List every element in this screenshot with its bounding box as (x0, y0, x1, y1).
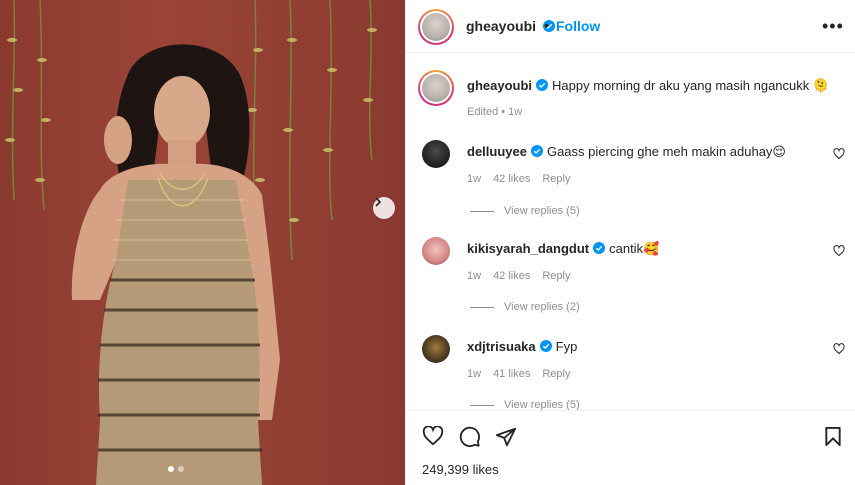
comment-body: Gaass piercing ghe meh makin aduhay😌 (546, 144, 786, 159)
comment-like-heart-icon[interactable] (833, 148, 845, 160)
comment-like-heart-icon[interactable] (833, 343, 845, 355)
caption-text: gheayoubi Happy morning dr aku yang masih… (467, 78, 829, 94)
replies-divider (470, 210, 494, 212)
comment-text: kikisyarah_dangdut cantik🥰 (467, 241, 659, 257)
comment-username[interactable]: xdjtrisuaka (467, 339, 536, 354)
view-replies-label[interactable]: View replies (5) (504, 205, 580, 217)
view-replies-button[interactable]: View replies (5) (470, 205, 580, 217)
author-avatar[interactable] (418, 9, 454, 45)
view-replies-label[interactable]: View replies (5) (504, 399, 580, 410)
comment-likes-count[interactable]: 41 likes (493, 368, 530, 380)
chevron-right-icon (375, 197, 382, 207)
separator-dot: • (544, 17, 549, 33)
follow-button[interactable]: Follow (556, 18, 600, 34)
post-image[interactable] (0, 0, 405, 485)
verified-badge-icon (539, 340, 552, 352)
comment-likes-count[interactable]: 42 likes (493, 270, 530, 282)
replies-divider (470, 404, 494, 406)
heart-icon[interactable] (422, 426, 444, 446)
caption-body: Happy morning dr aku yang masih ngancukk… (552, 78, 830, 93)
view-replies-button[interactable]: View replies (2) (470, 301, 580, 313)
comment-age: 1w (467, 368, 482, 380)
comment-text: xdjtrisuaka Fyp (467, 339, 577, 354)
verified-badge-icon (536, 79, 549, 91)
commenter-avatar[interactable] (422, 237, 450, 265)
author-username[interactable]: gheayoubi (466, 18, 536, 34)
caption-edited-time: Edited • 1w (467, 106, 523, 118)
bookmark-icon[interactable] (824, 426, 842, 447)
comment-username[interactable]: kikisyarah_dangdut (467, 241, 589, 256)
comment-meta: 1w 41 likes Reply (467, 368, 570, 380)
comment-like-heart-icon[interactable] (833, 245, 845, 257)
reply-button[interactable]: Reply (542, 368, 570, 380)
comment-username[interactable]: delluuyee (467, 144, 527, 159)
view-replies-label[interactable]: View replies (2) (504, 301, 580, 313)
reply-button[interactable]: Reply (542, 173, 570, 185)
comment-icon[interactable] (459, 426, 481, 448)
caption-meta: Edited • 1w (467, 106, 522, 118)
comment-likes-count[interactable]: 42 likes (493, 173, 530, 185)
commenter-avatar[interactable] (422, 335, 450, 363)
comment-meta: 1w 42 likes Reply (467, 173, 570, 185)
view-replies-button[interactable]: View replies (5) (470, 399, 580, 410)
post-photo-illustration (5, 0, 377, 485)
comment-body: cantik🥰 (609, 241, 660, 256)
comment-age: 1w (467, 270, 482, 282)
author-username-link[interactable]: gheayoubi (466, 18, 555, 34)
replies-divider (470, 306, 494, 308)
caption-username[interactable]: gheayoubi (467, 78, 532, 93)
comment-body: Fyp (555, 339, 578, 354)
author-avatar[interactable] (418, 70, 454, 106)
more-options-icon[interactable]: ••• (822, 16, 844, 37)
comment-text: delluuyee Gaass piercing ghe meh makin ad… (467, 144, 786, 160)
likes-count[interactable]: 249,399 likes (422, 462, 499, 477)
share-icon[interactable] (495, 426, 517, 448)
carousel-next-button[interactable] (373, 197, 395, 219)
carousel-dot (168, 466, 174, 472)
comment-meta: 1w 42 likes Reply (467, 270, 570, 282)
carousel-dot (178, 466, 184, 472)
comment-age: 1w (467, 173, 482, 185)
post-side-panel: gheayoubi • Follow ••• gheayoubi Happy mo… (405, 0, 855, 485)
commenter-avatar[interactable] (422, 140, 450, 168)
carousel-indicator (168, 466, 184, 472)
post-actions-bar: 249,399 likes (406, 410, 855, 485)
post-header: gheayoubi • Follow ••• (406, 0, 855, 53)
verified-badge-icon (593, 242, 606, 254)
reply-button[interactable]: Reply (542, 270, 570, 282)
verified-badge-icon (530, 145, 543, 157)
comments-list[interactable]: gheayoubi Happy morning dr aku yang masih… (406, 54, 855, 410)
